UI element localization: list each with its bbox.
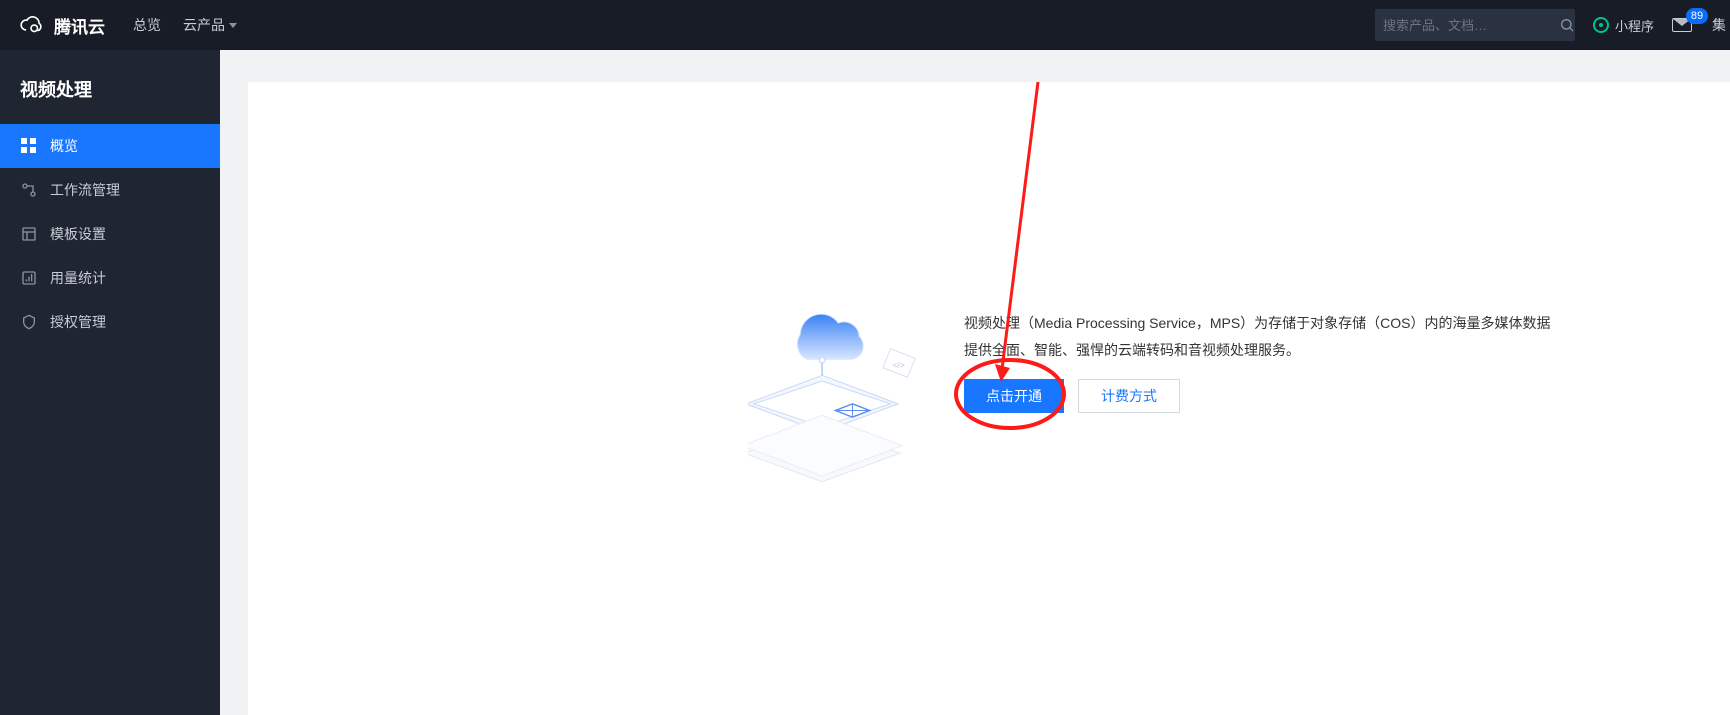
brand-block[interactable]: 腾讯云 <box>18 12 105 38</box>
activate-button[interactable]: 点击开通 <box>964 379 1064 413</box>
nav-overview[interactable]: 总览 <box>133 15 161 35</box>
grid-icon <box>20 137 38 155</box>
sidebar-item-label: 工作流管理 <box>50 180 120 200</box>
sidebar-item-label: 概览 <box>50 136 78 156</box>
svg-text:</>: </> <box>892 360 904 370</box>
service-description: 视频处理（Media Processing Service，MPS）为存储于对象… <box>964 310 1564 363</box>
search-input[interactable] <box>1383 18 1559 33</box>
search-icon <box>1559 17 1575 33</box>
stats-icon <box>20 269 38 287</box>
sidebar-item-workflow[interactable]: 工作流管理 <box>0 168 220 212</box>
pricing-button[interactable]: 计费方式 <box>1078 379 1180 413</box>
miniprogram-link[interactable]: 小程序 <box>1593 16 1654 35</box>
top-bar: 腾讯云 总览 云产品 小程序 89 集 <box>0 0 1730 50</box>
nav-products[interactable]: 云产品 <box>183 15 237 35</box>
content-panel: </> 视频处理（Media Processing Service，MPS）为存… <box>248 82 1730 715</box>
search-box[interactable] <box>1375 9 1575 41</box>
main-area: </> 视频处理（Media Processing Service，MPS）为存… <box>220 50 1730 715</box>
chevron-down-icon <box>229 23 237 28</box>
brand-text: 腾讯云 <box>54 13 105 38</box>
sidebar-item-templates[interactable]: 模板设置 <box>0 212 220 256</box>
hero-block: </> 视频处理（Media Processing Service，MPS）为存… <box>748 282 1564 482</box>
sidebar-item-auth[interactable]: 授权管理 <box>0 300 220 344</box>
miniprogram-icon <box>1593 17 1609 33</box>
nav-products-label: 云产品 <box>183 15 225 35</box>
sidebar-title: 视频处理 <box>0 68 220 124</box>
sidebar: 视频处理 概览 工作流管理 模板设置 用量统计 授权管理 <box>0 50 220 715</box>
sidebar-item-usage[interactable]: 用量统计 <box>0 256 220 300</box>
cloud-stack-illustration: </> <box>748 282 938 482</box>
cta-row: 点击开通 计费方式 <box>964 379 1564 413</box>
sidebar-item-label: 用量统计 <box>50 268 106 288</box>
template-icon <box>20 225 38 243</box>
miniprogram-label: 小程序 <box>1615 16 1654 35</box>
header-trail: 集 <box>1712 15 1730 35</box>
cloud-logo-icon <box>18 12 44 38</box>
auth-icon <box>20 313 38 331</box>
messages-badge: 89 <box>1686 8 1708 24</box>
sidebar-item-overview[interactable]: 概览 <box>0 124 220 168</box>
sidebar-item-label: 模板设置 <box>50 224 106 244</box>
description-block: 视频处理（Media Processing Service，MPS）为存储于对象… <box>964 282 1564 413</box>
sidebar-item-label: 授权管理 <box>50 312 106 332</box>
messages-button[interactable]: 89 <box>1672 18 1694 32</box>
workflow-icon <box>20 181 38 199</box>
